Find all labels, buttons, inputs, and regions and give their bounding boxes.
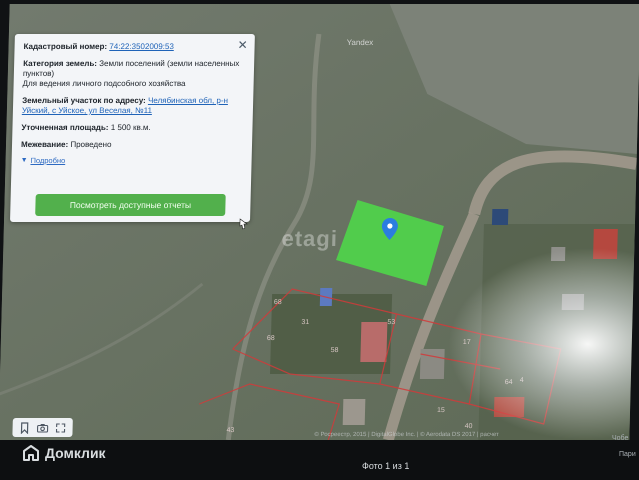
- map-controls: [12, 418, 73, 437]
- survey-label: Межевание:: [20, 140, 69, 149]
- land-category-label: Категория земель:: [23, 59, 98, 68]
- address-row: Земельный участок по адресу: Челябинская…: [22, 96, 245, 116]
- house-icon: [23, 445, 39, 461]
- map-copyright: © Росреестр, 2015 | DigitalGlobe Inc. | …: [314, 432, 499, 438]
- area-label: Уточненная площадь:: [21, 123, 109, 132]
- screen-frame: 68 68 31 58 53 17 64 4 15 40 43 Yandex e…: [0, 0, 639, 480]
- camera-icon[interactable]: [35, 421, 49, 435]
- cadastral-info-popup: ✕ Кадастровый номер: 74:22:3502009:53 Ка…: [10, 34, 255, 222]
- survey-row: Межевание: Проведено: [21, 140, 243, 150]
- land-usage-value: Для ведения личного подсобного хозяйства: [22, 79, 186, 88]
- map-provider-label: Yandex: [346, 38, 374, 47]
- land-category-row: Категория земель: Земли поселений (земли…: [22, 59, 245, 89]
- domclick-logo: Домклик: [22, 444, 106, 462]
- area-row: Уточненная площадь: 1 500 кв.м.: [21, 123, 243, 133]
- address-label: Земельный участок по адресу:: [22, 96, 146, 105]
- satellite-map[interactable]: 68 68 31 58 53 17 64 4 15 40 43 Yandex e…: [0, 4, 639, 440]
- photo-counter: Фото 1 из 1: [362, 461, 410, 471]
- mouse-cursor-icon: [239, 218, 248, 230]
- side-caption-2: Пари: [619, 451, 636, 458]
- cadastral-number-row: Кадастровый номер: 74:22:3502009:53: [23, 42, 245, 52]
- bookmark-icon[interactable]: [17, 421, 31, 435]
- brand-name: Домклик: [45, 445, 106, 461]
- triangle-down-icon: ▼: [20, 157, 28, 164]
- details-link[interactable]: Подробно: [30, 156, 65, 166]
- etagi-watermark: etagi: [281, 226, 339, 251]
- survey-value: Проведено: [70, 140, 112, 149]
- details-toggle[interactable]: ▼ Подробно: [20, 156, 242, 166]
- area-value: 1 500 кв.м.: [110, 123, 151, 132]
- view-reports-button[interactable]: Посмотреть доступные отчеты: [35, 194, 226, 216]
- side-caption-1: Чобе: [612, 435, 629, 442]
- close-icon[interactable]: ✕: [237, 38, 247, 52]
- cadastral-number-label: Кадастровый номер:: [23, 42, 108, 51]
- cadastral-number-link[interactable]: 74:22:3502009:53: [109, 42, 174, 51]
- expand-icon[interactable]: [53, 421, 67, 435]
